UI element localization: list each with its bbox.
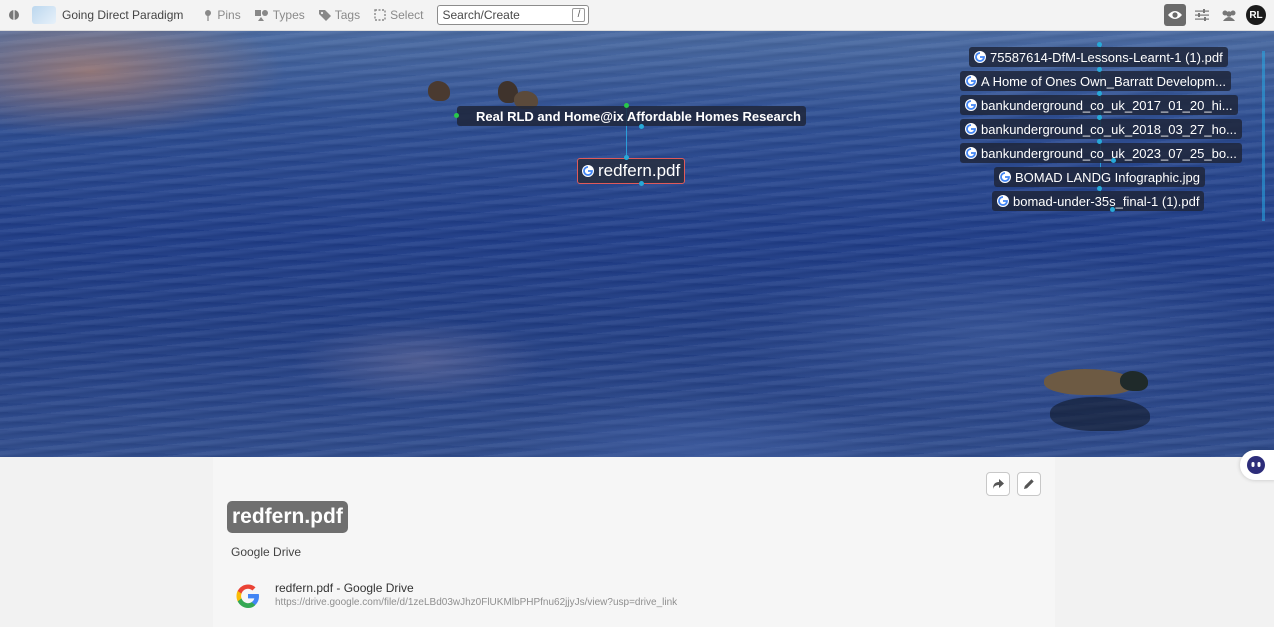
- duck-head-image: [1120, 371, 1148, 391]
- file-node[interactable]: BOMAD LANDG Infographic.jpg: [994, 167, 1205, 187]
- select-button[interactable]: Select: [374, 8, 423, 22]
- file-node-label: bankunderground_co_uk_2023_07_25_bo...: [981, 145, 1237, 161]
- search-box: /: [437, 5, 590, 25]
- sidebar-toggle-icon[interactable]: [8, 9, 24, 21]
- filters-button[interactable]: [1191, 4, 1213, 26]
- share-arrow-icon: [993, 479, 1004, 489]
- types-button[interactable]: Types: [254, 8, 305, 22]
- node-connector[interactable]: [624, 155, 629, 160]
- google-drive-icon: [582, 165, 594, 177]
- panel-actions: [979, 472, 1041, 496]
- assistant-button[interactable]: [1240, 450, 1274, 480]
- file-node[interactable]: bomad-under-35s_final-1 (1).pdf: [992, 191, 1205, 211]
- topbar-right-controls: RL: [1159, 4, 1266, 26]
- node-connector[interactable]: [639, 181, 644, 186]
- top-bar: Going Direct Paradigm Pins Types Tags Se…: [0, 0, 1274, 31]
- pencil-icon: [1024, 479, 1034, 489]
- view-toggle-button[interactable]: [1164, 4, 1186, 26]
- link-url[interactable]: https://drive.google.com/file/d/1zeLBd03…: [275, 597, 677, 608]
- file-node[interactable]: bankunderground_co_uk_2018_03_27_ho...: [960, 119, 1242, 139]
- google-drive-icon: [965, 147, 977, 159]
- search-shortcut-key: /: [572, 8, 586, 22]
- pins-label: Pins: [217, 8, 241, 22]
- tags-label: Tags: [334, 8, 361, 22]
- group-node[interactable]: Real RLD and Home@ix Affordable Homes Re…: [457, 106, 806, 126]
- workspace-thumbnail[interactable]: [32, 6, 56, 24]
- selected-node-label: redfern.pdf: [598, 161, 681, 180]
- sliders-icon: [1195, 9, 1209, 21]
- share-button[interactable]: [986, 472, 1010, 496]
- user-avatar[interactable]: RL: [1246, 5, 1266, 25]
- google-drive-icon: [997, 195, 1009, 207]
- node-connector[interactable]: [624, 103, 629, 108]
- google-drive-icon: [974, 51, 986, 63]
- types-icon: [254, 10, 268, 21]
- file-node[interactable]: bankunderground_co_uk_2017_01_20_hi...: [960, 95, 1238, 115]
- file-node-label: bomad-under-35s_final-1 (1).pdf: [1013, 193, 1200, 209]
- node-connector[interactable]: [1097, 67, 1102, 72]
- file-node-label: A Home of Ones Own_Barratt Developm...: [981, 73, 1226, 89]
- node-connector[interactable]: [1110, 207, 1115, 212]
- detail-panel: redfern.pdf Google Drive redfern.pdf - G…: [213, 457, 1055, 627]
- node-source: Google Drive: [231, 545, 302, 559]
- file-node-label: BOMAD LANDG Infographic.jpg: [1015, 169, 1200, 185]
- file-node[interactable]: bankunderground_co_uk_2023_07_25_bo...: [960, 143, 1242, 163]
- node-connector[interactable]: [1097, 42, 1102, 47]
- pin-icon: [205, 10, 212, 21]
- graph-canvas[interactable]: Real RLD and Home@ix Affordable Homes Re…: [0, 31, 1274, 457]
- google-drive-icon: [965, 99, 977, 111]
- file-node-label: bankunderground_co_uk_2018_03_27_ho...: [981, 121, 1237, 137]
- google-drive-icon: [965, 123, 977, 135]
- types-label: Types: [272, 8, 305, 22]
- link-preview[interactable]: redfern.pdf - Google Drive https://drive…: [233, 581, 677, 611]
- node-connector[interactable]: [1097, 91, 1102, 96]
- team-button[interactable]: [1218, 4, 1240, 26]
- file-node[interactable]: A Home of Ones Own_Barratt Developm...: [960, 71, 1231, 91]
- duck-reflection: [1050, 397, 1150, 431]
- group-node-label: Real RLD and Home@ix Affordable Homes Re…: [476, 108, 801, 124]
- selected-node[interactable]: redfern.pdf: [577, 158, 686, 184]
- file-node[interactable]: 75587614-DfM-Lessons-Learnt-1 (1).pdf: [969, 47, 1228, 67]
- tag-icon: [318, 10, 331, 21]
- edge-line: [1262, 51, 1265, 221]
- node-connector[interactable]: [1097, 115, 1102, 120]
- workspace-name[interactable]: Going Direct Paradigm: [62, 8, 183, 22]
- assistant-face-icon: [1247, 456, 1265, 474]
- file-node-label: 75587614-DfM-Lessons-Learnt-1 (1).pdf: [990, 49, 1223, 65]
- select-label: Select: [390, 8, 424, 22]
- google-drive-icon: [999, 171, 1011, 183]
- link-title[interactable]: redfern.pdf - Google Drive: [275, 581, 677, 595]
- pins-button[interactable]: Pins: [203, 8, 241, 22]
- node-connector[interactable]: [1097, 186, 1102, 191]
- tags-button[interactable]: Tags: [318, 8, 361, 22]
- node-connector[interactable]: [1097, 139, 1102, 144]
- select-icon: [374, 9, 386, 21]
- node-connector[interactable]: [454, 113, 459, 118]
- google-logo-icon: [236, 584, 259, 608]
- node-title: redfern.pdf: [227, 501, 348, 533]
- team-icon: [1222, 10, 1236, 21]
- node-connector[interactable]: [639, 124, 644, 129]
- link-text: redfern.pdf - Google Drive https://drive…: [275, 581, 677, 608]
- file-node-label: bankunderground_co_uk_2017_01_20_hi...: [981, 97, 1233, 113]
- duck-image: [428, 81, 450, 101]
- node-connector[interactable]: [1111, 158, 1116, 163]
- search-input[interactable]: [442, 8, 573, 22]
- google-drive-icon: [965, 75, 977, 87]
- edit-button[interactable]: [1017, 472, 1041, 496]
- eye-icon: [1168, 11, 1182, 19]
